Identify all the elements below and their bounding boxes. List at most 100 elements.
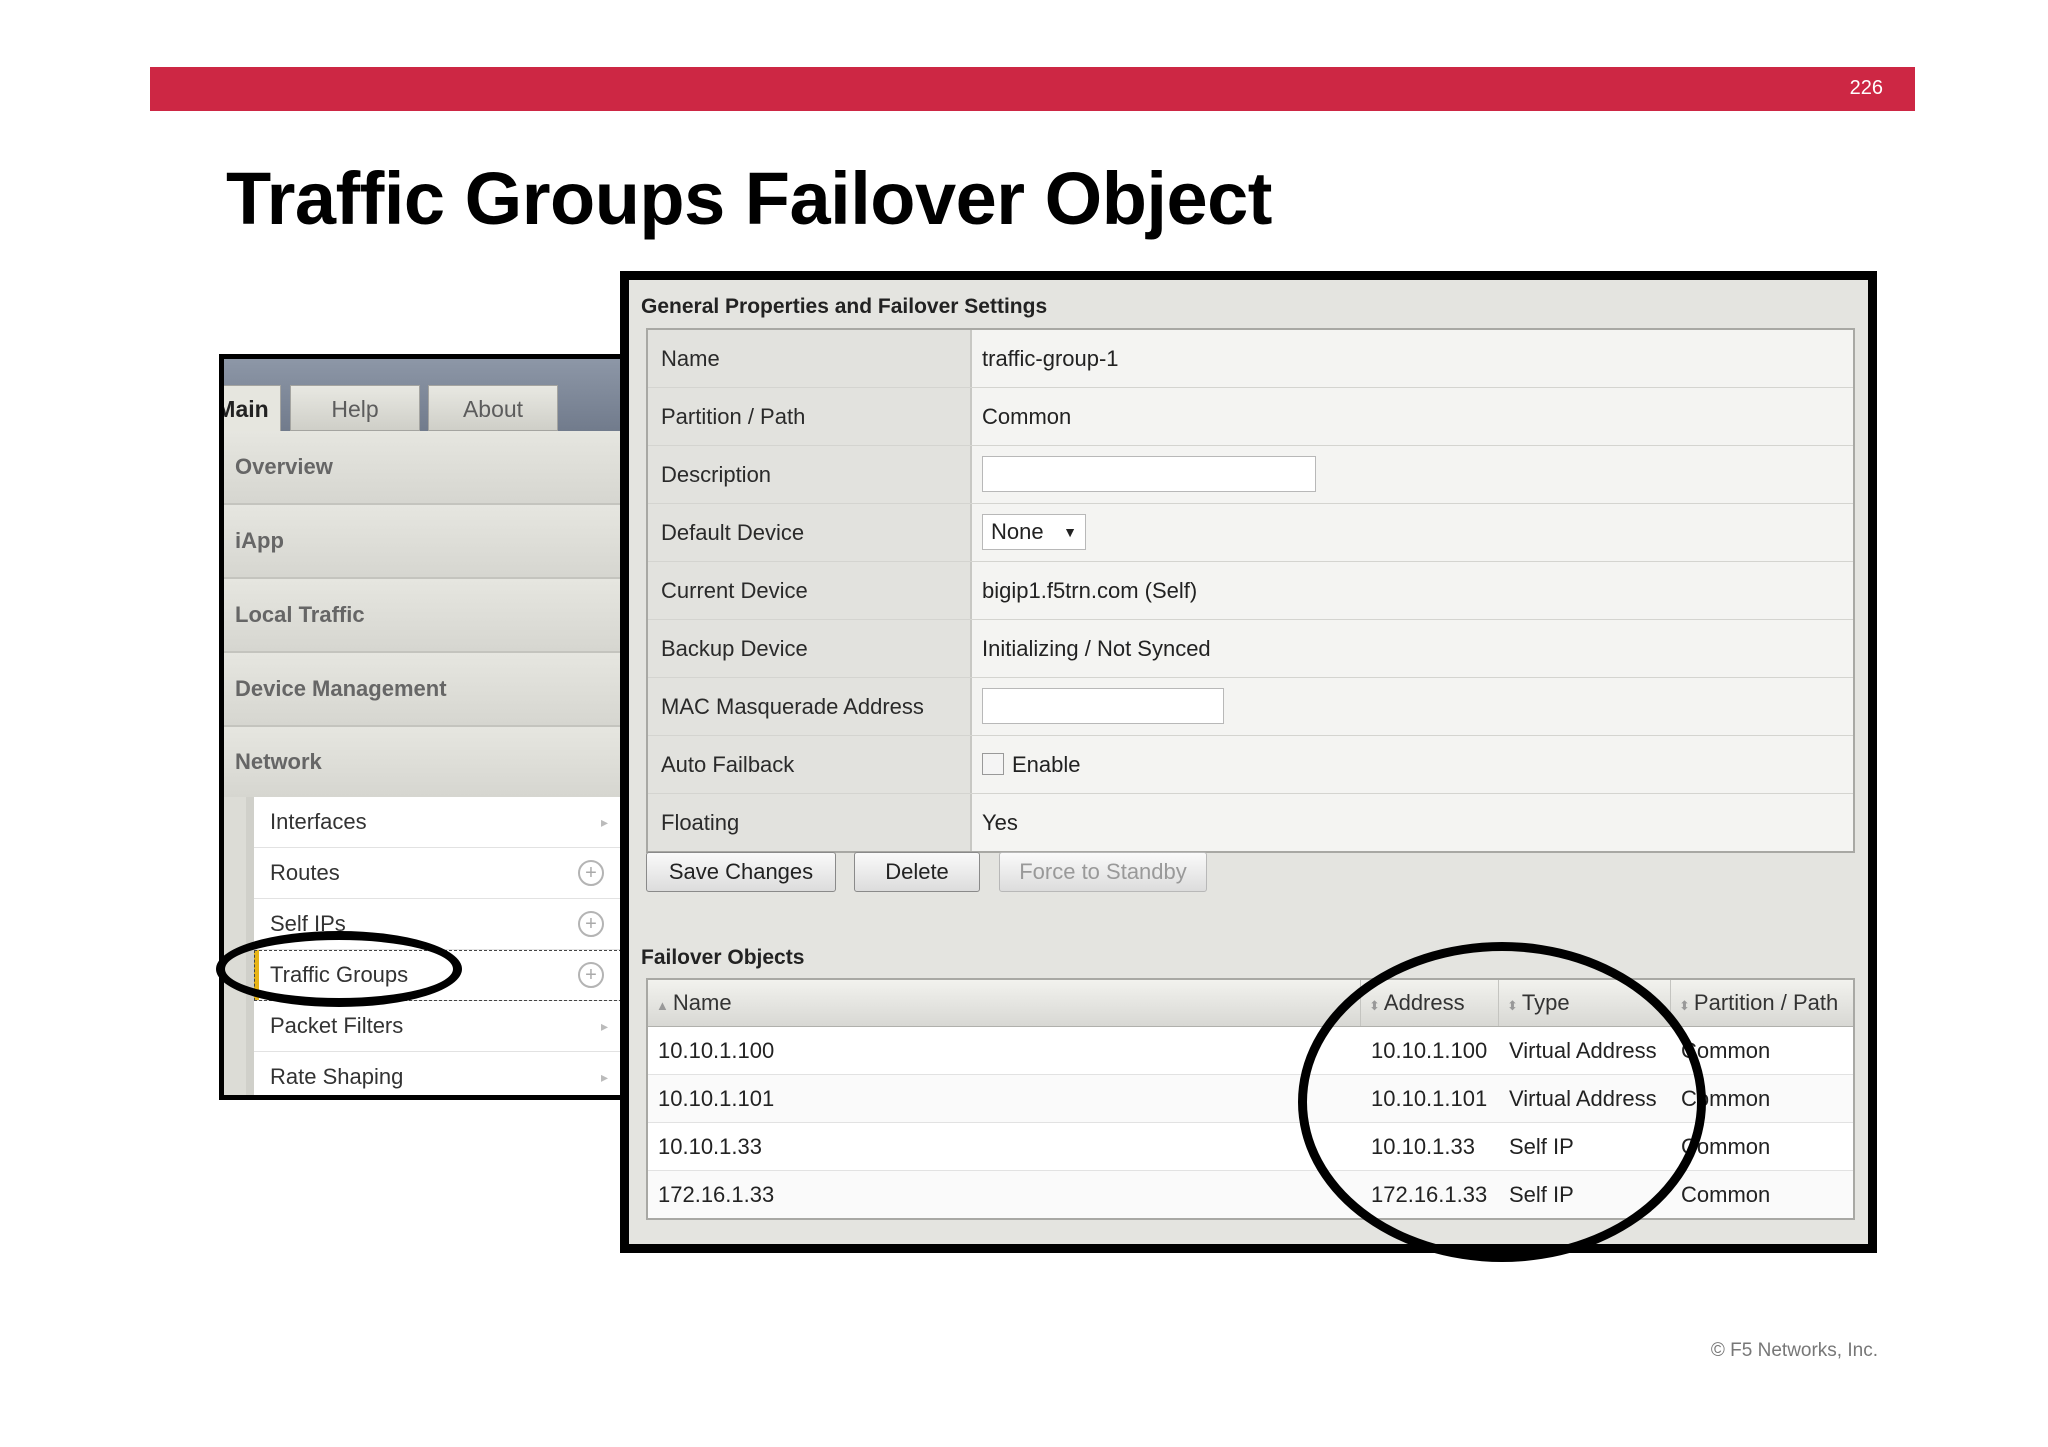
property-row-backup-device: Backup Device Initializing / Not Synced bbox=[648, 620, 1853, 678]
table-body: 10.10.1.100 10.10.1.100 Virtual Address … bbox=[648, 1027, 1853, 1218]
checkbox-label: Enable bbox=[1012, 752, 1081, 777]
property-label: Auto Failback bbox=[648, 736, 972, 793]
property-value: traffic-group-1 bbox=[982, 346, 1119, 371]
sort-icon: ⬍ bbox=[1369, 998, 1380, 1013]
property-value: Enable bbox=[972, 736, 1853, 793]
property-row-description: Description bbox=[648, 446, 1853, 504]
plus-circle-icon[interactable]: + bbox=[578, 962, 604, 988]
column-header-address[interactable]: ⬍ Address bbox=[1361, 980, 1499, 1026]
cell-type: Self IP bbox=[1509, 1182, 1574, 1207]
column-header-partition[interactable]: ⬍ Partition / Path bbox=[1671, 980, 1849, 1026]
cell-partition: Common bbox=[1681, 1182, 1771, 1207]
submenu-label: Traffic Groups bbox=[270, 962, 409, 987]
cell-name[interactable]: 10.10.1.101 bbox=[648, 1075, 1361, 1122]
property-row-auto-failback: Auto Failback Enable bbox=[648, 736, 1853, 794]
network-submenu: Interfaces ▸ Routes + Self IPs + Traffic… bbox=[246, 797, 622, 1095]
chevron-down-icon: ▼ bbox=[1063, 524, 1077, 540]
sort-icon: ⬍ bbox=[1507, 998, 1518, 1013]
property-value: None ▼ bbox=[972, 504, 1853, 561]
tab-help[interactable]: Help bbox=[290, 385, 420, 431]
cell-name[interactable]: 10.10.1.33 bbox=[648, 1123, 1361, 1170]
nav-section-device-management[interactable]: Device Management bbox=[224, 653, 622, 727]
cell-partition: Common bbox=[1681, 1086, 1771, 1111]
property-row-floating: Floating Yes bbox=[648, 794, 1853, 851]
property-label: Floating bbox=[648, 794, 972, 851]
navigation-panel: Main Help About Overview iApp Local Traf… bbox=[219, 354, 644, 1100]
arrow-right-icon: ▸ bbox=[600, 1018, 608, 1034]
default-device-select[interactable]: None ▼ bbox=[982, 514, 1086, 550]
property-value: bigip1.f5trn.com (Self) bbox=[982, 578, 1198, 603]
table-row[interactable]: 10.10.1.100 10.10.1.100 Virtual Address … bbox=[648, 1027, 1853, 1075]
plus-circle-icon[interactable]: + bbox=[578, 911, 604, 937]
submenu-item-rate-shaping[interactable]: Rate Shaping ▸ bbox=[254, 1052, 622, 1095]
failover-objects-heading: Failover Objects bbox=[641, 946, 805, 969]
column-header-name[interactable]: ▲ Name bbox=[648, 980, 1361, 1026]
cell-partition: Common bbox=[1681, 1134, 1771, 1159]
table-header: ▲ Name ⬍ Address ⬍ Type ⬍ Partition / Path bbox=[648, 980, 1853, 1027]
cell-type: Virtual Address bbox=[1509, 1086, 1657, 1111]
property-label: MAC Masquerade Address bbox=[648, 678, 972, 735]
save-changes-button[interactable]: Save Changes bbox=[646, 852, 836, 892]
arrow-right-icon: ▸ bbox=[600, 1069, 608, 1085]
mac-masquerade-input[interactable] bbox=[982, 688, 1224, 724]
property-row-name: Name traffic-group-1 bbox=[648, 330, 1853, 388]
table-row[interactable]: 10.10.1.101 10.10.1.101 Virtual Address … bbox=[648, 1075, 1853, 1123]
cell-name[interactable]: 172.16.1.33 bbox=[648, 1171, 1361, 1218]
cell-address: 10.10.1.100 bbox=[1371, 1038, 1488, 1063]
traffic-group-properties-panel: General Properties and Failover Settings… bbox=[620, 271, 1877, 1253]
nav-section-network[interactable]: Network bbox=[224, 727, 622, 797]
property-value bbox=[972, 446, 1853, 503]
submenu-item-routes[interactable]: Routes + bbox=[254, 848, 622, 899]
general-properties-table: Name traffic-group-1 Partition / Path Co… bbox=[646, 328, 1855, 853]
cell-name[interactable]: 10.10.1.100 bbox=[648, 1027, 1361, 1074]
header-bar: 226 bbox=[150, 67, 1915, 111]
nav-section-local-traffic[interactable]: Local Traffic bbox=[224, 579, 622, 653]
delete-button[interactable]: Delete bbox=[854, 852, 980, 892]
property-label: Current Device bbox=[648, 562, 972, 619]
submenu-label: Rate Shaping bbox=[270, 1064, 404, 1089]
auto-failback-checkbox[interactable] bbox=[982, 753, 1004, 775]
property-value: Initializing / Not Synced bbox=[982, 636, 1211, 661]
force-to-standby-button[interactable]: Force to Standby bbox=[999, 852, 1207, 892]
select-value: None bbox=[991, 519, 1044, 544]
property-value: Yes bbox=[982, 810, 1018, 835]
tab-main[interactable]: Main bbox=[224, 385, 281, 431]
cell-address: 172.16.1.33 bbox=[1371, 1182, 1488, 1207]
table-row[interactable]: 10.10.1.33 10.10.1.33 Self IP Common bbox=[648, 1123, 1853, 1171]
property-label: Description bbox=[648, 446, 972, 503]
description-input[interactable] bbox=[982, 456, 1316, 492]
property-row-partition: Partition / Path Common bbox=[648, 388, 1853, 446]
cell-partition: Common bbox=[1681, 1038, 1771, 1063]
failover-objects-table: ▲ Name ⬍ Address ⬍ Type ⬍ Partition / Path 1… bbox=[646, 978, 1855, 1220]
tab-about[interactable]: About bbox=[428, 385, 558, 431]
general-properties-heading: General Properties and Failover Settings bbox=[641, 295, 1048, 318]
page-number: 226 bbox=[1849, 77, 1883, 99]
nav-section-iapp[interactable]: iApp bbox=[224, 505, 622, 579]
property-label: Name bbox=[648, 330, 972, 387]
submenu-label: Interfaces bbox=[270, 809, 367, 834]
property-row-mac-masquerade: MAC Masquerade Address bbox=[648, 678, 1853, 736]
submenu-label: Packet Filters bbox=[270, 1013, 404, 1038]
cell-address: 10.10.1.33 bbox=[1371, 1134, 1475, 1159]
property-label: Partition / Path bbox=[648, 388, 972, 445]
submenu-item-traffic-groups[interactable]: Traffic Groups + bbox=[254, 950, 622, 1001]
property-value: Common bbox=[982, 404, 1072, 429]
submenu-item-interfaces[interactable]: Interfaces ▸ bbox=[254, 797, 622, 848]
cell-type: Self IP bbox=[1509, 1134, 1574, 1159]
copyright-text: © F5 Networks, Inc. bbox=[1710, 1340, 1878, 1361]
sort-ascending-icon: ▲ bbox=[656, 998, 669, 1013]
slide-title: Traffic Groups Failover Object bbox=[226, 157, 1272, 240]
cell-address: 10.10.1.101 bbox=[1371, 1086, 1488, 1111]
cell-type: Virtual Address bbox=[1509, 1038, 1657, 1063]
table-row[interactable]: 172.16.1.33 172.16.1.33 Self IP Common bbox=[648, 1171, 1853, 1218]
property-label: Default Device bbox=[648, 504, 972, 561]
nav-section-overview[interactable]: Overview bbox=[224, 431, 622, 505]
arrow-right-icon: ▸ bbox=[600, 814, 608, 830]
property-row-default-device: Default Device None ▼ bbox=[648, 504, 1853, 562]
submenu-item-packet-filters[interactable]: Packet Filters ▸ bbox=[254, 1001, 622, 1052]
submenu-item-self-ips[interactable]: Self IPs + bbox=[254, 899, 622, 950]
property-label: Backup Device bbox=[648, 620, 972, 677]
column-header-type[interactable]: ⬍ Type bbox=[1499, 980, 1671, 1026]
nav-tab-bar: Main Help About bbox=[224, 359, 644, 431]
plus-circle-icon[interactable]: + bbox=[578, 860, 604, 886]
